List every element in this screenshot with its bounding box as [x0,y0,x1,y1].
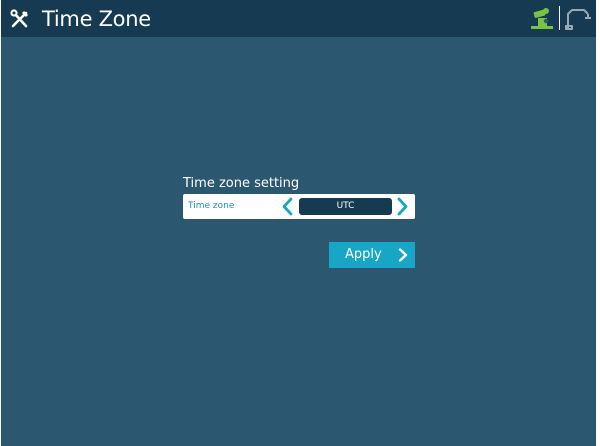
app-window: Time Zone Time zone setting Time zone UT… [1,0,596,446]
time-zone-row: Time zone UTC [183,194,415,219]
robot-status-icon[interactable] [529,6,555,30]
robot-arm-icon[interactable] [564,6,592,30]
page-title: Time Zone [42,7,151,31]
header-bar: Time Zone [1,0,596,37]
time-zone-field-label: Time zone [188,201,235,211]
apply-button-label: Apply [345,247,382,262]
chevron-left-icon[interactable] [281,197,295,216]
time-zone-value[interactable]: UTC [299,198,392,215]
chevron-right-icon [398,248,408,262]
tools-icon[interactable] [9,8,31,30]
header-divider [559,6,560,30]
chevron-right-icon[interactable] [395,197,409,216]
apply-button[interactable]: Apply [329,242,415,268]
time-zone-setting-label: Time zone setting [183,176,300,191]
